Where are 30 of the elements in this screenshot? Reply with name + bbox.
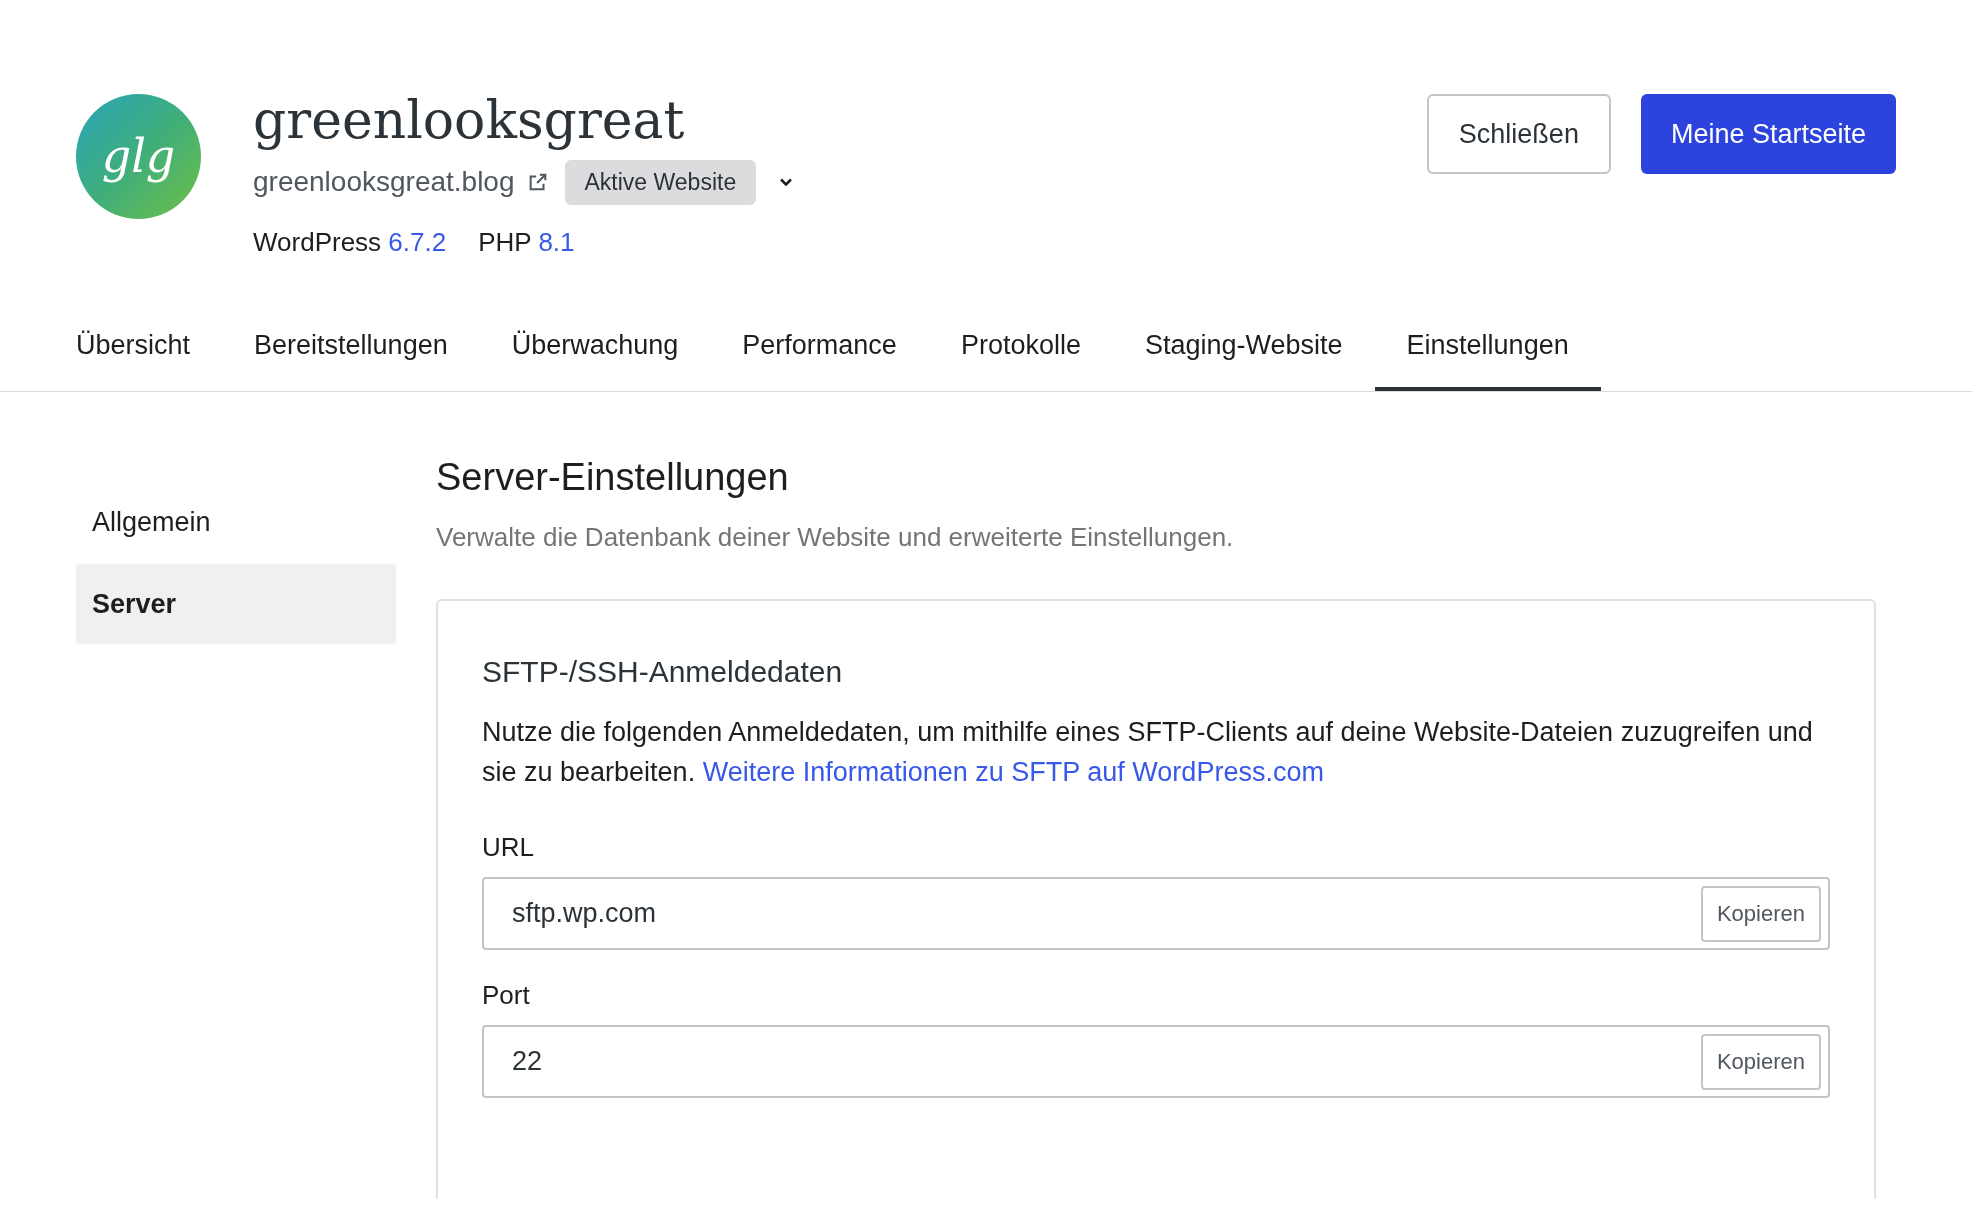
nav-tab[interactable]: Überwachung	[479, 304, 711, 391]
nav-tab[interactable]: Staging-Website	[1112, 304, 1375, 391]
readonly-field[interactable]: 22 Kopieren	[482, 1025, 1830, 1098]
primary-button[interactable]: Meine Startseite	[1640, 94, 1896, 174]
nav-tab[interactable]: Übersicht	[44, 304, 223, 391]
card-title: SFTP-/SSH-Anmeldedaten	[482, 654, 844, 690]
copy-button[interactable]: Kopieren	[1700, 1033, 1821, 1090]
field-label: Port	[482, 979, 531, 1012]
sidebar-item[interactable]: Allgemein	[76, 482, 396, 562]
page-subtitle: Verwalte die Datenbank deiner Website und erweiterte Einstellungen.	[436, 521, 1235, 554]
card-description: Nutze die folgenden Anmeldedaten, um mithilfe eines SFTP-Clients auf deine Website-Dateien zuzugreifen und sie zu bearbeiten. Weitere Informationen zu SFTP auf WordPress.com	[482, 716, 1814, 789]
site-logo: glg	[76, 94, 201, 219]
copy-button[interactable]: Kopieren	[1700, 885, 1821, 942]
nav-tab[interactable]: Performance	[710, 304, 929, 391]
page-title: Server-Einstellungen	[436, 455, 790, 500]
sidebar-item[interactable]: Server	[76, 564, 396, 644]
site-title: greenlooksgreat	[253, 89, 686, 152]
field-value: 22	[512, 1045, 544, 1079]
info-link[interactable]: Weitere Informationen zu SFTP auf WordPress.com	[702, 757, 1324, 787]
site-url-link[interactable]: greenlooksgreat.blog	[253, 161, 549, 204]
readonly-field[interactable]: sftp.wp.com Kopieren	[482, 877, 1830, 950]
field-value: sftp.wp.com	[512, 897, 658, 931]
nav-tab[interactable]: Bereitstellungen	[222, 304, 480, 391]
field-label: URL	[482, 831, 535, 864]
version-info: PHP 8.1	[478, 225, 575, 259]
nav-tab[interactable]: Einstellungen	[1374, 304, 1601, 391]
nav-tab[interactable]: Protokolle	[928, 304, 1113, 391]
secondary-button[interactable]: Schließen	[1426, 94, 1611, 174]
version-info: WordPress 6.7.2	[253, 225, 447, 259]
status-badge: Aktive Website	[564, 160, 757, 205]
